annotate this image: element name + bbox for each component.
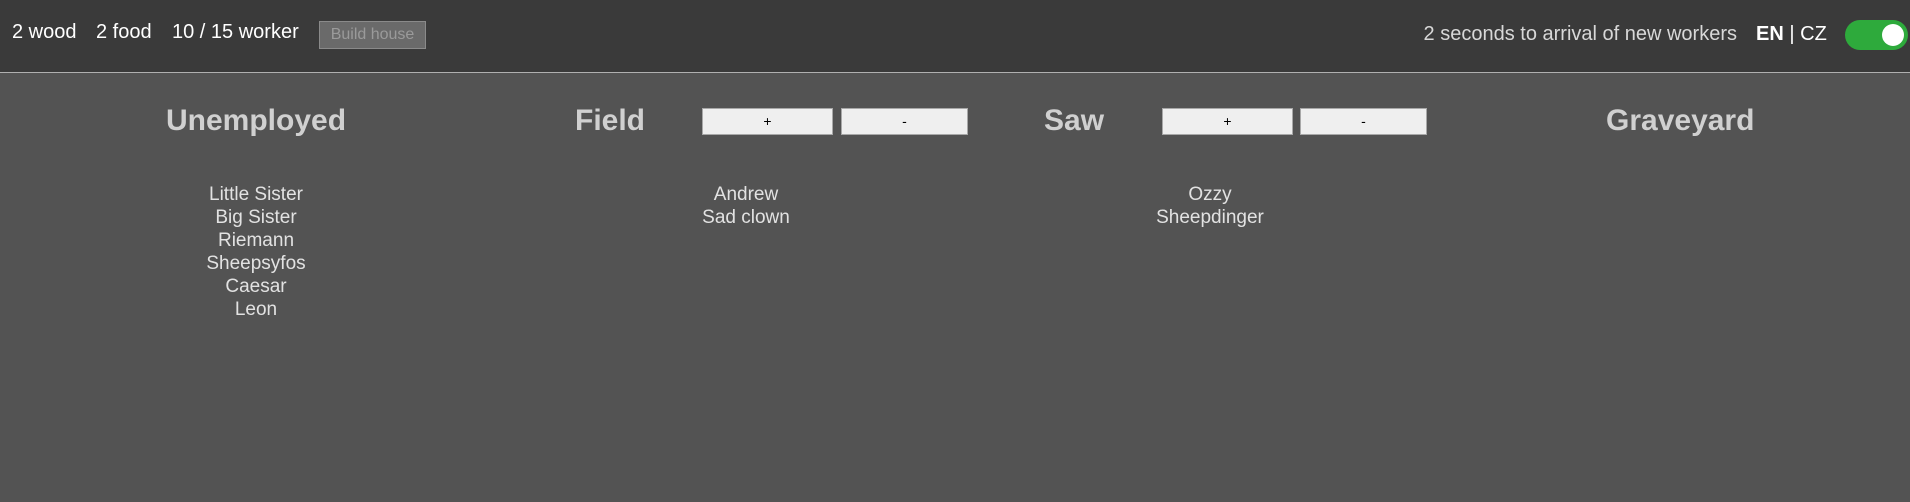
saw-add-worker-button[interactable]: + xyxy=(1162,108,1293,135)
language-switcher: EN | CZ xyxy=(1756,23,1827,46)
field-worker-list: Andrew Sad clown xyxy=(646,183,846,229)
food-count: 2 food xyxy=(96,21,152,43)
worker-name: Sheepdinger xyxy=(1156,207,1264,228)
worker-name: Sheepsyfos xyxy=(206,253,306,274)
graveyard-title: Graveyard xyxy=(1606,104,1755,137)
wood-count: 2 wood xyxy=(12,21,77,43)
worker-name: Caesar xyxy=(225,276,287,297)
worker-arrival-timer: 2 seconds to arrival of new workers xyxy=(1423,23,1737,45)
field-remove-worker-button[interactable]: - xyxy=(841,108,968,135)
saw-remove-worker-button[interactable]: - xyxy=(1300,108,1427,135)
language-cz-link[interactable]: CZ xyxy=(1800,23,1827,45)
unemployed-title: Unemployed xyxy=(166,104,347,137)
toggle-switch[interactable] xyxy=(1845,20,1908,50)
field-title: Field xyxy=(575,104,646,137)
worker-name: Sad clown xyxy=(702,207,790,228)
worker-name: Ozzy xyxy=(1188,184,1232,205)
worker-name: Big Sister xyxy=(215,207,297,228)
worker-name: Leon xyxy=(234,299,278,320)
worker-count: 10 / 15 worker xyxy=(172,21,299,43)
worker-name: Riemann xyxy=(217,230,295,251)
worker-name: Little Sister xyxy=(209,184,303,205)
build-house-button[interactable]: Build house xyxy=(319,21,426,49)
language-en-link[interactable]: EN xyxy=(1756,23,1784,45)
worker-name: Andrew xyxy=(713,184,779,205)
top-bar: 2 wood 2 food 10 / 15 worker Build house… xyxy=(0,0,1910,73)
saw-title: Saw xyxy=(1044,104,1105,137)
toggle-knob xyxy=(1882,24,1904,46)
saw-worker-list: Ozzy Sheepdinger xyxy=(1110,183,1310,229)
language-separator: | xyxy=(1789,23,1795,45)
unemployed-worker-list: Little Sister Big Sister Riemann Sheepsyfos… xyxy=(156,183,356,321)
field-add-worker-button[interactable]: + xyxy=(702,108,833,135)
